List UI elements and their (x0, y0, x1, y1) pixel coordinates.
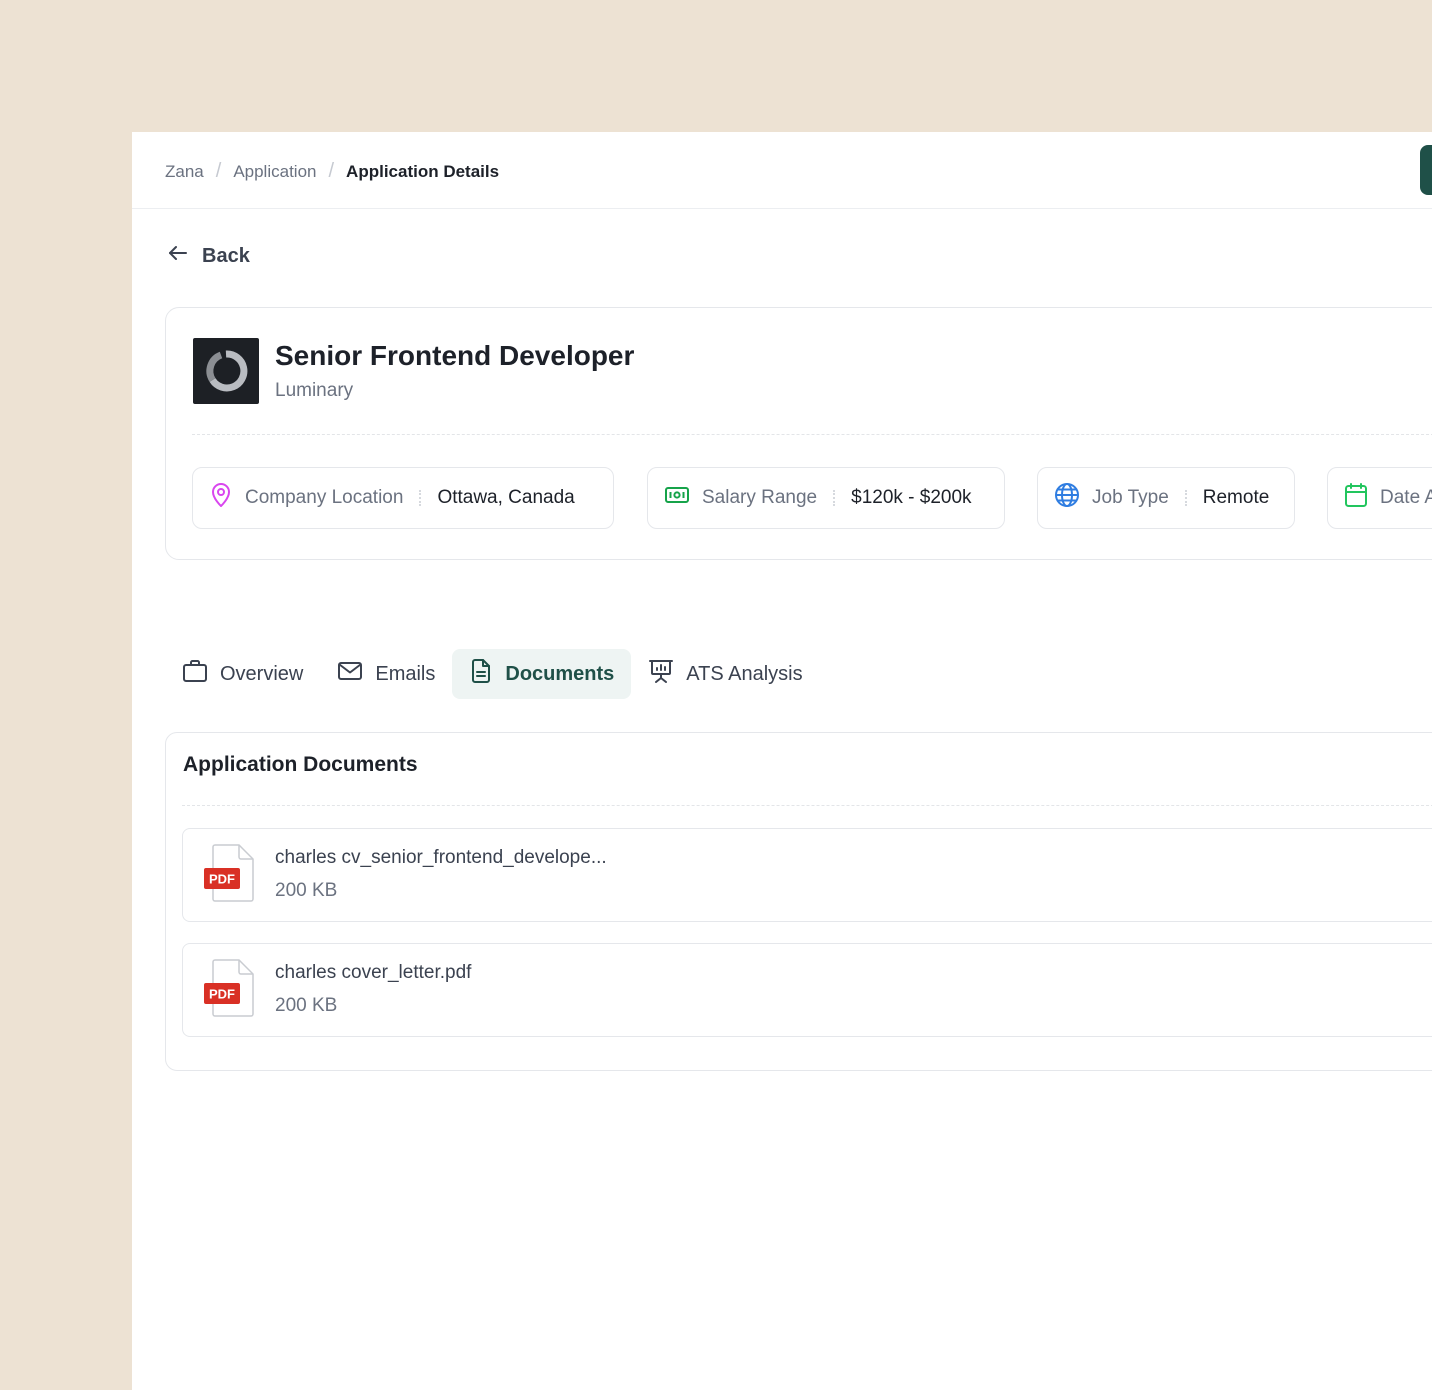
breadcrumb-separator: / (215, 160, 222, 182)
map-pin-icon (209, 482, 233, 514)
section-title: Application Documents (183, 753, 418, 776)
pdf-file-icon: PDF (203, 843, 259, 908)
detail-salary-range: Salary Range $120k - $200k (647, 467, 1005, 529)
detail-date: Date A (1327, 467, 1432, 529)
divider (192, 434, 1432, 435)
pdf-file-icon: PDF (203, 958, 259, 1023)
calendar-icon (1344, 482, 1368, 514)
svg-text:PDF: PDF (209, 987, 235, 1002)
banknote-icon (664, 485, 690, 511)
detail-separator (419, 490, 422, 506)
job-summary-card: Senior Frontend Developer Luminary Compa… (165, 307, 1432, 560)
top-bar: Zana / Application / Application Details (132, 132, 1432, 209)
breadcrumb: Zana / Application / Application Details (165, 160, 499, 183)
tab-label: Documents (505, 662, 615, 685)
tab-bar: Overview Emails Documents ATS Analysis (165, 649, 820, 699)
tab-ats-analysis[interactable]: ATS Analysis (631, 649, 819, 699)
detail-separator (1184, 490, 1187, 506)
job-title: Senior Frontend Developer (275, 340, 635, 371)
detail-label: Company Location (245, 487, 404, 508)
detail-value: Remote (1202, 487, 1270, 508)
back-button[interactable]: Back (166, 241, 250, 271)
detail-separator (833, 490, 836, 506)
breadcrumb-separator: / (328, 160, 335, 182)
breadcrumb-item-application[interactable]: Application (233, 162, 316, 182)
document-size: 200 KB (275, 995, 338, 1016)
document-item[interactable]: PDF charles cv_senior_frontend_develope.… (182, 828, 1432, 922)
detail-value: Ottawa, Canada (437, 487, 575, 508)
presentation-chart-icon (648, 658, 674, 690)
application-documents-card: Application Documents PDF charles cv_sen… (165, 732, 1432, 1071)
tab-label: Emails (375, 662, 436, 685)
document-name: charles cv_senior_frontend_develope... (275, 847, 607, 868)
company-logo (193, 338, 259, 404)
main-panel: Zana / Application / Application Details… (132, 132, 1432, 1390)
tab-label: ATS Analysis (686, 662, 803, 685)
document-name: charles cover_letter.pdf (275, 962, 472, 983)
briefcase-icon (182, 659, 208, 689)
document-item[interactable]: PDF charles cover_letter.pdf 200 KB (182, 943, 1432, 1037)
detail-company-location: Company Location Ottawa, Canada (192, 467, 614, 529)
mail-icon (337, 660, 363, 688)
tab-overview[interactable]: Overview (165, 649, 320, 699)
detail-label: Date A (1380, 487, 1432, 508)
back-label: Back (202, 244, 250, 267)
detail-job-type: Job Type Remote (1037, 467, 1295, 529)
detail-label: Salary Range (702, 487, 818, 508)
tab-label: Overview (220, 662, 304, 685)
primary-action-button[interactable] (1420, 145, 1432, 195)
document-size: 200 KB (275, 880, 338, 901)
tab-documents[interactable]: Documents (452, 649, 632, 699)
breadcrumb-current: Application Details (346, 161, 500, 181)
company-name: Luminary (275, 380, 354, 401)
detail-label: Job Type (1092, 487, 1169, 508)
svg-text:PDF: PDF (209, 872, 235, 887)
file-text-icon (469, 658, 493, 690)
arrow-left-icon (166, 241, 190, 271)
breadcrumb-item-zana[interactable]: Zana (165, 162, 204, 182)
divider (182, 805, 1432, 806)
detail-value: $120k - $200k (851, 487, 972, 508)
tab-emails[interactable]: Emails (320, 649, 452, 699)
globe-icon (1054, 482, 1080, 514)
